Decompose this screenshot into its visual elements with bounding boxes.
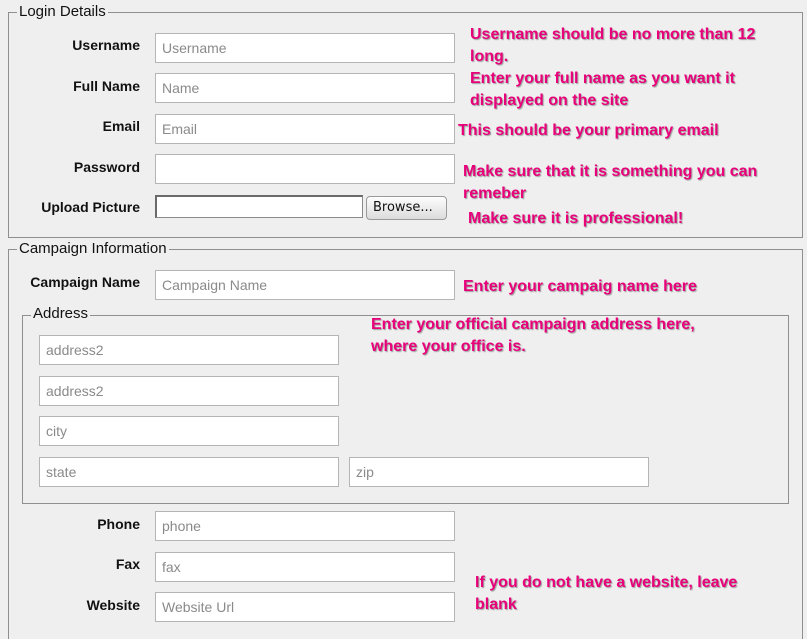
- password-note-line2: remeber: [463, 185, 527, 202]
- zip-input[interactable]: [349, 457, 649, 487]
- login-details-legend: Login Details: [17, 3, 108, 21]
- password-note-line1: Make sure that it is something you can: [463, 163, 758, 180]
- password-input[interactable]: [155, 154, 455, 184]
- username-label: Username: [72, 37, 140, 53]
- website-label: Website: [86, 597, 140, 613]
- campaign-name-label: Campaign Name: [30, 274, 140, 290]
- website-note-line2: blank: [475, 596, 517, 613]
- website-note-line1: If you do not have a website, leave: [475, 574, 738, 591]
- upload-picture-label: Upload Picture: [41, 199, 140, 215]
- address-line2-input[interactable]: [39, 376, 339, 406]
- fullname-label: Full Name: [73, 78, 140, 94]
- file-path-field[interactable]: [155, 195, 363, 218]
- fullname-note-line2: displayed on the site: [470, 92, 629, 109]
- username-note-line1: Username should be no more than 12: [470, 26, 756, 43]
- browse-button[interactable]: Browse...: [366, 196, 447, 220]
- state-input[interactable]: [39, 457, 339, 487]
- email-input[interactable]: [155, 114, 455, 144]
- address-note-line2: where your office is.: [371, 338, 526, 355]
- address-note-line1: Enter your official campaign address her…: [371, 316, 695, 333]
- email-note: This should be your primary email: [458, 122, 719, 139]
- fullname-note-line1: Enter your full name as you want it: [470, 70, 735, 87]
- username-note-line2: long.: [470, 48, 509, 65]
- phone-label: Phone: [97, 516, 140, 532]
- address-legend: Address: [31, 305, 91, 323]
- address-line1-input[interactable]: [39, 335, 339, 365]
- picture-note: Make sure it is professional!: [468, 210, 684, 227]
- fax-input[interactable]: [155, 552, 455, 582]
- website-input[interactable]: [155, 592, 455, 622]
- campaign-name-input[interactable]: [155, 270, 455, 300]
- phone-input[interactable]: [155, 511, 455, 541]
- city-input[interactable]: [39, 416, 339, 446]
- fax-label: Fax: [115, 556, 140, 572]
- campaign-info-legend: Campaign Information: [17, 240, 169, 258]
- username-input[interactable]: [155, 33, 455, 63]
- password-label: Password: [73, 159, 140, 175]
- email-label: Email: [102, 118, 140, 134]
- fullname-input[interactable]: [155, 73, 455, 103]
- campaign-name-note: Enter your campaig name here: [463, 278, 697, 295]
